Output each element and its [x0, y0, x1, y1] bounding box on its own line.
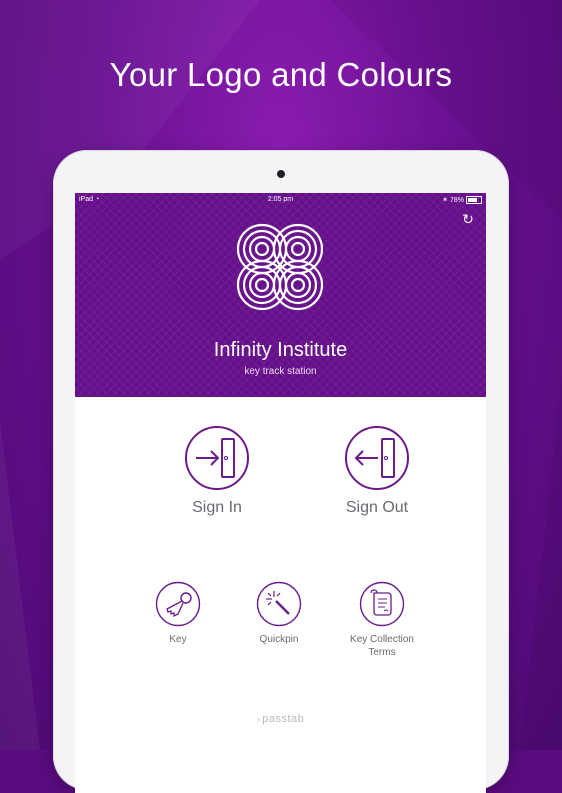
- passtab-logo-icon: ›: [256, 714, 261, 724]
- scroll-document-icon: [359, 581, 405, 627]
- infinity-logo: [236, 223, 324, 311]
- key-label: Key: [169, 634, 187, 645]
- promo-headline: Your Logo and Colours: [109, 56, 453, 93]
- key-icon: [155, 581, 201, 627]
- org-subtitle: key track station: [244, 366, 317, 377]
- quickpin-label: Quickpin: [259, 634, 299, 645]
- ipad-device-frame: iPad ◔ 2:05 pm ✶ 78% ↻ Infinity Institut…: [53, 150, 509, 793]
- org-name: Infinity Institute: [213, 339, 348, 361]
- quickpin-button[interactable]: Quickpin: [234, 581, 324, 646]
- magic-wand-icon: [256, 581, 302, 627]
- status-bar: iPad ◔ 2:05 pm ✶ 78%: [75, 193, 486, 207]
- sign-out-label: Sign Out: [345, 499, 409, 516]
- battery-icon: [466, 196, 482, 204]
- passtab-brand: › passtab: [256, 713, 305, 725]
- app-header: iPad ◔ 2:05 pm ✶ 78% ↻ Infinity Institut…: [75, 193, 486, 397]
- camera-dot: [277, 170, 285, 178]
- sign-out-button[interactable]: Sign Out: [322, 425, 432, 517]
- sign-in-label: Sign In: [192, 499, 242, 516]
- bluetooth-icon: ✶: [442, 197, 449, 204]
- refresh-icon[interactable]: ↻: [460, 211, 476, 227]
- app-screen: iPad ◔ 2:05 pm ✶ 78% ↻ Infinity Institut…: [75, 193, 486, 793]
- key-button[interactable]: Key: [133, 581, 223, 646]
- sign-out-icon: [345, 426, 409, 490]
- key-collection-terms-label: Key Collection Terms: [350, 634, 414, 658]
- status-time: 2:05 pm: [267, 196, 294, 203]
- status-battery-text: ✶ 78%: [442, 197, 464, 204]
- sign-in-button[interactable]: Sign In: [162, 425, 272, 517]
- key-collection-terms-button[interactable]: Key Collection Terms: [337, 581, 427, 659]
- sign-in-icon: [185, 426, 249, 490]
